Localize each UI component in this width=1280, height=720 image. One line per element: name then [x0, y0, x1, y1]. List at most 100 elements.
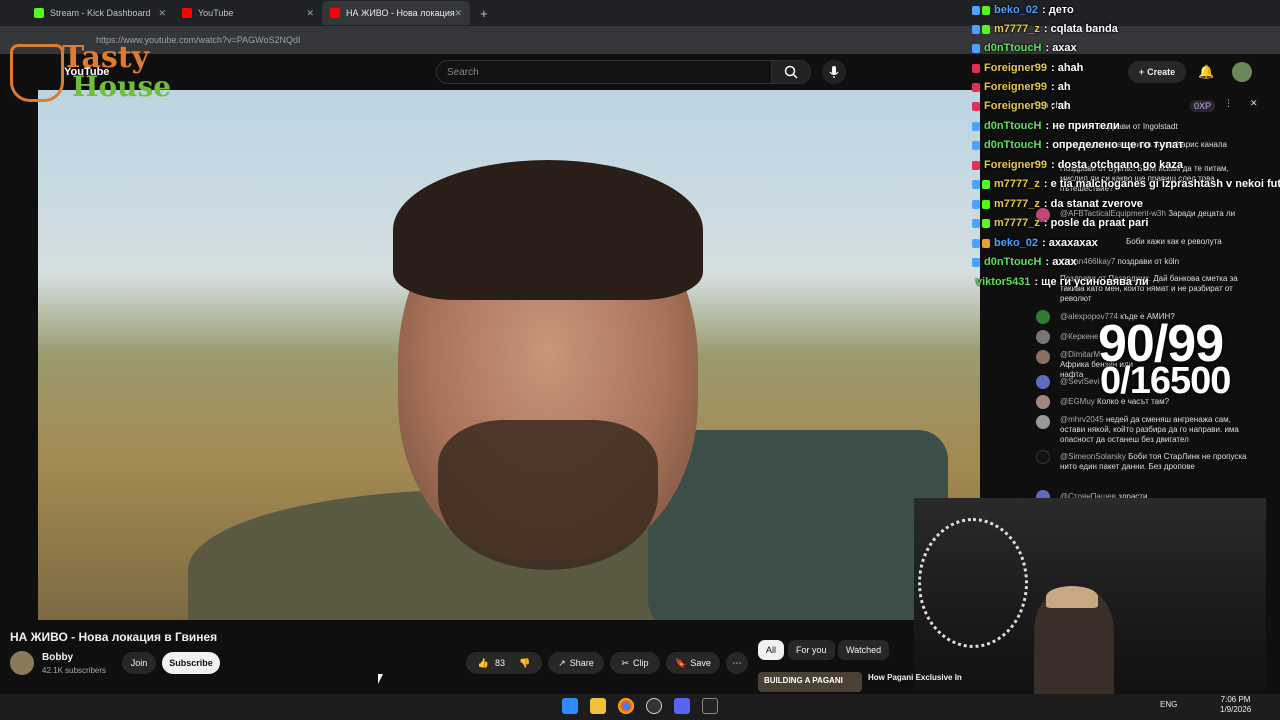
- video-subject-beard: [438, 420, 658, 570]
- tab-live-video[interactable]: НА ЖИВО - Нова локация ✕: [322, 1, 470, 25]
- thumbs-down-icon[interactable]: 👎: [519, 658, 530, 669]
- clock-date: 1/9/2026: [1220, 705, 1252, 714]
- youtube-favicon-icon: [182, 8, 192, 18]
- tab-kick-dashboard[interactable]: Stream - Kick Dashboard ✕: [26, 1, 174, 25]
- more-horizontal-icon: ⋯: [732, 657, 742, 668]
- voice-search-button[interactable]: [822, 60, 846, 84]
- yt-chat-message: Боби кажи как е револута: [1126, 237, 1222, 246]
- gift-badge-icon: [972, 160, 980, 170]
- mouse-cursor-icon: [378, 674, 387, 684]
- obs-icon[interactable]: [646, 698, 662, 714]
- kick-chat-row: d0nTtoucH: определено ще го тупат: [972, 136, 1183, 154]
- kick-chat-row: d0nTtoucH: axax: [972, 39, 1077, 57]
- kick-chat-row: Foreigner99: ahah: [972, 59, 1083, 77]
- like-button[interactable]: 👍 83 👎: [466, 652, 542, 674]
- subscriber-count: 42.1K subscribers: [42, 666, 107, 675]
- share-button[interactable]: ↗ Share: [548, 652, 604, 674]
- chat-avatar: [1036, 415, 1050, 429]
- verified-badge-icon: [982, 179, 990, 189]
- kick-chat-row: Foreigner99: ah: [972, 78, 1071, 96]
- chip-all[interactable]: All: [758, 640, 785, 660]
- share-icon: ↗: [558, 657, 566, 668]
- kick-chat-row: viktor5431: ще ги усиновява ли: [976, 276, 1149, 288]
- sub-badge-icon: [972, 24, 980, 34]
- kick-chat-row: d0nTtoucH: axax: [972, 253, 1077, 271]
- windows-taskbar: [0, 694, 1280, 720]
- language-indicator[interactable]: ENG: [1160, 700, 1177, 709]
- streamer-webcam: [914, 498, 1266, 694]
- subscribe-button[interactable]: Subscribe: [162, 652, 220, 674]
- clip-button[interactable]: ✂ Clip: [610, 652, 660, 674]
- tab-label: YouTube: [198, 8, 234, 18]
- search-input[interactable]: Search: [436, 60, 772, 84]
- tab-label: Stream - Kick Dashboard: [50, 8, 151, 18]
- share-label: Share: [569, 658, 594, 668]
- video-player[interactable]: [38, 90, 980, 620]
- close-tab-icon[interactable]: ✕: [454, 8, 462, 19]
- yt-chat-message: @SeviSevi: [1060, 377, 1100, 386]
- chat-avatar: [1036, 375, 1050, 389]
- sub-badge-icon: [972, 121, 980, 131]
- clip-label: Clip: [633, 658, 649, 668]
- join-button[interactable]: Join: [122, 652, 156, 674]
- scissors-icon: ✂: [621, 657, 630, 668]
- sub-badge-icon: [972, 218, 980, 228]
- notifications-bell-icon[interactable]: 🔔: [1198, 64, 1214, 80]
- recommended-thumbnail[interactable]: BUILDING A PAGANI: [758, 672, 862, 692]
- user-avatar[interactable]: [1232, 62, 1252, 82]
- kick-chat-row: beko_02: axaxaxax: [972, 234, 1098, 252]
- like-count: 83: [494, 658, 505, 668]
- close-tab-icon[interactable]: ✕: [306, 8, 314, 19]
- kick-chat-row: m7777_z: e tia malchoganes gi izprashtas…: [972, 175, 1280, 193]
- recommended-title[interactable]: How Pagani Exclusive In: [868, 673, 962, 682]
- thumbs-up-icon: 👍: [477, 657, 489, 668]
- sub-badge-icon: [972, 238, 980, 248]
- close-tab-icon[interactable]: ✕: [158, 8, 166, 19]
- channel-name[interactable]: Bobby: [42, 652, 73, 663]
- channel-avatar[interactable]: [10, 651, 34, 675]
- kick-chat-row: m7777_z: cqlata banda: [972, 20, 1118, 38]
- search-placeholder: Search: [447, 66, 479, 78]
- kick-chat-row: m7777_z: posle da praat pari: [972, 214, 1148, 232]
- create-button[interactable]: + Create: [1128, 61, 1186, 83]
- terminal-icon[interactable]: [702, 698, 718, 714]
- hanging-egg-chair: [918, 518, 1028, 648]
- windows-start-icon[interactable]: [562, 698, 578, 714]
- video-camping-chair: [648, 430, 948, 620]
- gift-badge-icon: [972, 101, 980, 111]
- system-clock[interactable]: 7:06 PM 1/9/2026: [1220, 695, 1251, 715]
- tab-youtube[interactable]: YouTube ✕: [174, 1, 322, 25]
- chrome-icon[interactable]: [618, 698, 634, 714]
- chat-avatar: [1036, 350, 1050, 364]
- video-title: НА ЖИВО - Нова локация в Гвинея: [10, 630, 218, 644]
- save-button[interactable]: 🔖 Save: [666, 652, 720, 674]
- chip-watched[interactable]: Watched: [838, 640, 890, 660]
- kick-favicon-icon: [34, 8, 44, 18]
- verified-badge-icon: [982, 5, 990, 15]
- verified-badge-icon: [982, 218, 990, 228]
- verified-badge-icon: [982, 199, 990, 209]
- sub-badge-icon: [972, 5, 980, 15]
- chip-for-you[interactable]: For you: [788, 640, 835, 660]
- kick-chat-row: beko_02: дето: [972, 1, 1074, 19]
- close-chat-icon[interactable]: ✕: [1250, 98, 1258, 109]
- xp-badge: 0XP: [1190, 100, 1216, 112]
- clock-time: 7:06 PM: [1220, 695, 1251, 704]
- microphone-icon: [829, 66, 839, 78]
- streamer-cap: [1046, 586, 1098, 608]
- kick-chat-row: Foreigner99: ah: [972, 97, 1071, 115]
- file-explorer-icon[interactable]: [590, 698, 606, 714]
- discord-icon[interactable]: [674, 698, 690, 714]
- sub-badge-icon: [972, 140, 980, 150]
- youtube-favicon-icon: [330, 8, 340, 18]
- search-button[interactable]: [771, 60, 811, 84]
- more-actions-button[interactable]: ⋯: [726, 652, 748, 674]
- new-tab-icon[interactable]: +: [480, 6, 488, 21]
- tab-label: НА ЖИВО - Нова локация: [346, 8, 455, 18]
- bookmark-icon: 🔖: [675, 657, 687, 668]
- more-options-icon[interactable]: ⋮: [1224, 98, 1233, 109]
- youtube-logo[interactable]: YouTube: [64, 66, 109, 78]
- gift-badge-icon: [972, 82, 980, 92]
- yt-chat-message: @SimeonSolarsky Боби тоя СтарЛинк не про…: [1060, 452, 1247, 471]
- yt-chat-message: @DimitarM: [1060, 350, 1101, 359]
